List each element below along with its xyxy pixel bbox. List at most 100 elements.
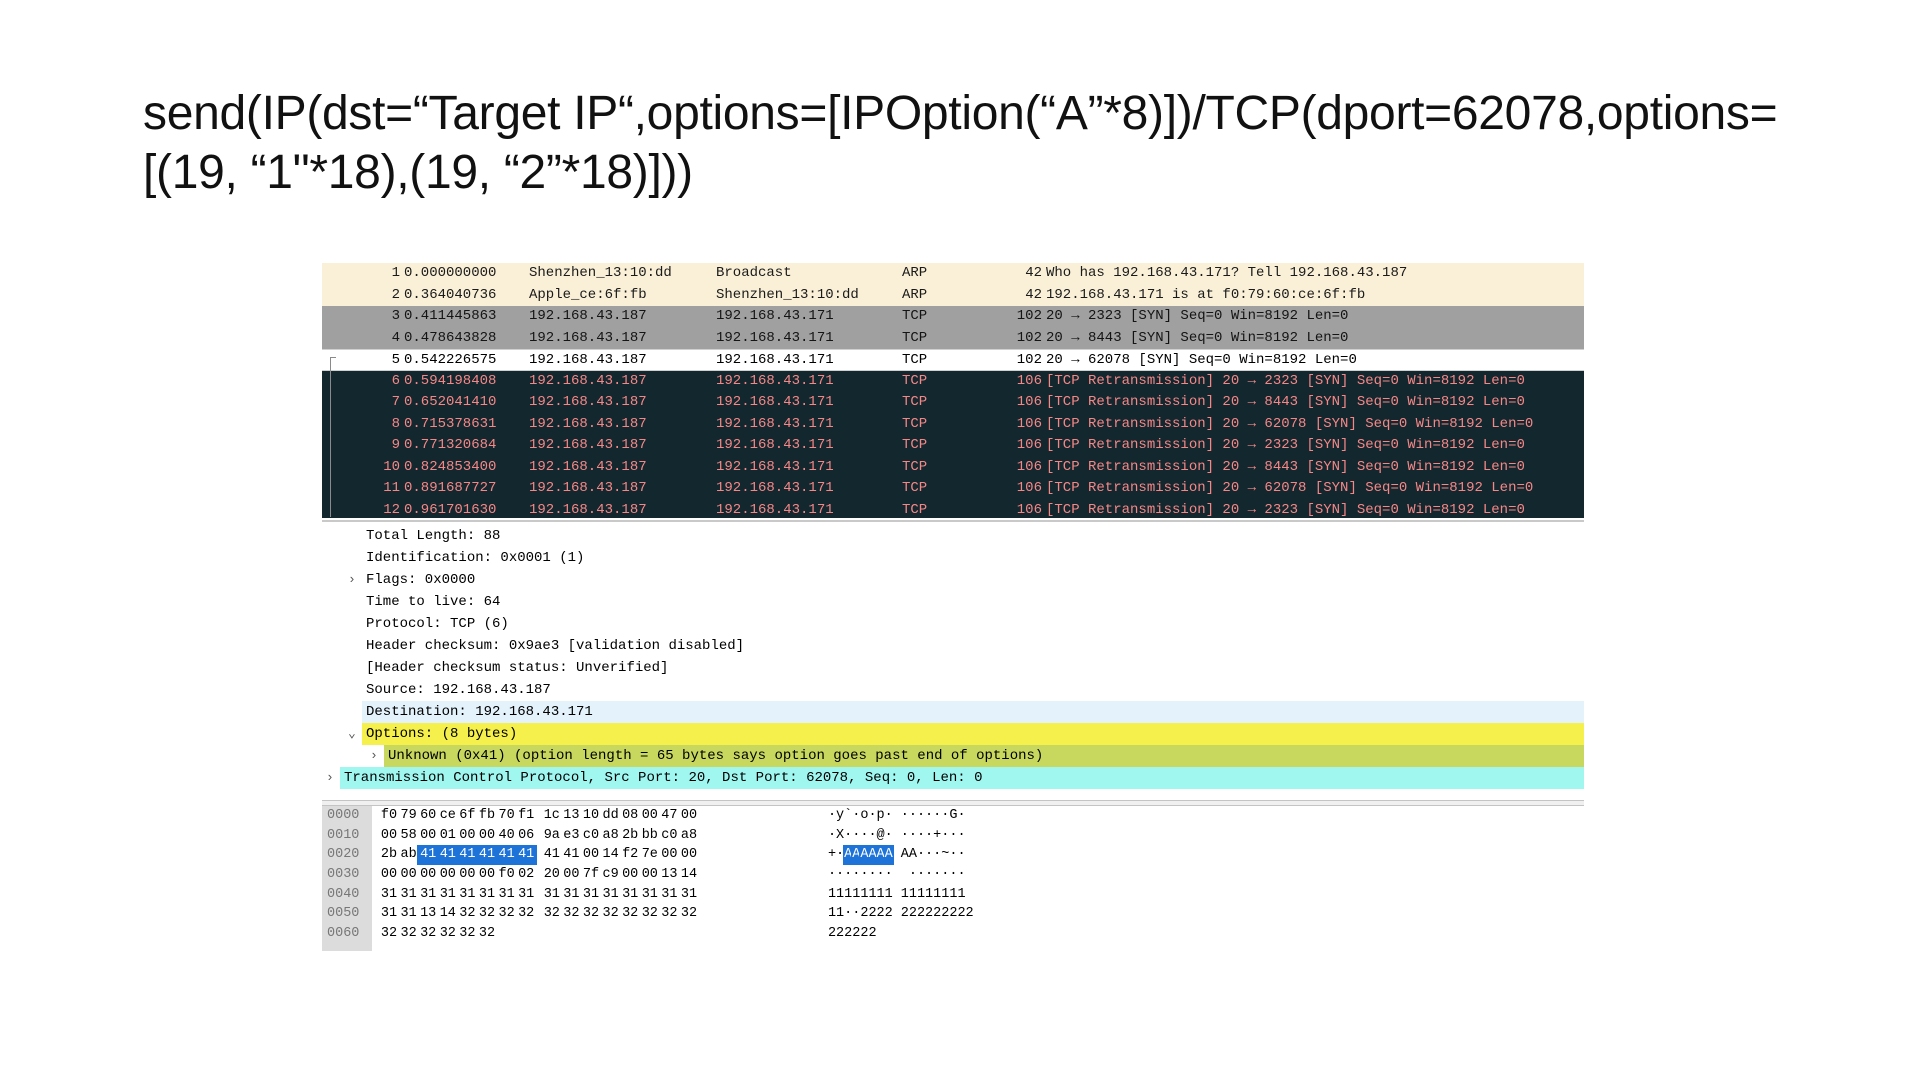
hex-byte[interactable]: a8 xyxy=(678,826,700,846)
detail-tree-item[interactable]: Total Length: 88 xyxy=(322,525,1584,547)
packet-proto-cell: TCP xyxy=(902,458,928,475)
packet-row[interactable]: 10 0.824853400 192.168.43.187 192.168.43.17… xyxy=(322,456,1584,478)
wireshark-panel: 1 0.000000000 Shenzhen_13:10:dd Broadcast AR… xyxy=(322,263,1584,951)
hex-offset: 0060 xyxy=(322,924,372,944)
detail-tree-label: Total Length: 88 xyxy=(366,528,501,544)
hex-byte[interactable]: 32 xyxy=(678,904,700,924)
packet-dst-cell: 192.168.43.171 xyxy=(716,501,834,518)
hex-offset: 0010 xyxy=(322,825,372,846)
hex-byte[interactable]: 06 xyxy=(515,826,537,846)
hex-row: 0040 31 31 31 31 31 31 31 31 31 31 31 31 31 31 31 31 1 1 1 1… xyxy=(322,884,1584,905)
packet-info-cell: [TCP Retransmission] 20 → 62078 [SYN] Se… xyxy=(1046,415,1534,432)
packet-time-cell: 0.594198408 xyxy=(404,372,497,389)
hex-ascii-char[interactable]: 2 xyxy=(868,924,878,944)
detail-tree-item[interactable]: Identification: 0x0001 (1) xyxy=(322,547,1584,569)
chevron-right-icon[interactable]: › xyxy=(370,745,378,767)
hex-byte[interactable]: 02 xyxy=(515,865,537,885)
hex-ascii-char[interactable]: 2 xyxy=(965,904,975,924)
hex-offset: 0040 xyxy=(322,884,372,905)
hex-byte[interactable]: 32 xyxy=(515,904,537,924)
packet-info-cell: [TCP Retransmission] 20 → 8443 [SYN] Seq… xyxy=(1046,394,1525,410)
hex-byte[interactable]: f1 xyxy=(515,806,537,826)
packet-time-cell: 0.000000000 xyxy=(404,265,497,281)
packet-len-cell: 106 xyxy=(1016,458,1042,475)
hex-ascii-char[interactable]: · xyxy=(884,826,894,846)
packet-info-cell: 20 → 62078 [SYN] Seq=0 Win=8192 Len=0 xyxy=(1046,352,1357,368)
packet-row[interactable]: 1 0.000000000 Shenzhen_13:10:dd Broadcast AR… xyxy=(322,263,1584,285)
packet-proto-cell: TCP xyxy=(902,480,928,496)
packet-len-cell: 106 xyxy=(1016,415,1042,432)
detail-tree-item[interactable]: Source: 192.168.43.187 xyxy=(322,679,1584,701)
packet-row[interactable]: 9 0.771320684 192.168.43.187 192.168.43.171… xyxy=(322,435,1584,457)
hex-byte[interactable]: 14 xyxy=(678,865,700,885)
chevron-right-icon[interactable]: › xyxy=(348,569,356,591)
packet-row[interactable]: 4 0.478643828 192.168.43.187 192.168.43.171… xyxy=(322,327,1584,349)
packet-no-cell: 4 xyxy=(391,329,400,346)
packet-no-cell: 11 xyxy=(383,480,400,496)
packet-row[interactable]: 2 0.364040736 Apple_ce:6f:fb Shenzhen_13:10… xyxy=(322,284,1584,306)
hex-byte[interactable]: 32 xyxy=(476,924,498,944)
hex-ascii-char[interactable]: · xyxy=(957,865,967,885)
hex-byte[interactable]: 31 xyxy=(678,885,700,905)
hex-offset: 0000 xyxy=(322,806,372,826)
packet-proto-cell: TCP xyxy=(902,329,928,346)
detail-tree-item[interactable]: Header checksum: 0x9ae3 [validation disa… xyxy=(322,635,1584,657)
packet-row[interactable]: 5 0.542226575 192.168.43.187 192.168.43.171… xyxy=(322,349,1584,371)
hex-ascii-char[interactable]: · xyxy=(957,806,967,826)
packet-info-cell: Who has 192.168.43.171? Tell 192.168.43.… xyxy=(1046,265,1408,281)
hex-byte[interactable]: 00 xyxy=(678,806,700,826)
packet-len-cell: 106 xyxy=(1016,480,1042,496)
conversation-bracket xyxy=(330,357,331,517)
detail-tree-item[interactable]: Time to live: 64 xyxy=(322,591,1584,613)
detail-tree-item[interactable]: › Flags: 0x0000 xyxy=(322,569,1584,591)
packet-info-cell: [TCP Retransmission] 20 → 2323 [SYN] Seq… xyxy=(1046,437,1525,453)
detail-tree-item[interactable]: › Unknown (0x41) (option length = 65 byte… xyxy=(322,745,1584,767)
packet-row[interactable]: 8 0.715378631 192.168.43.187 192.168.43.171… xyxy=(322,413,1584,435)
packet-no-cell: 6 xyxy=(391,372,400,389)
packet-row[interactable]: 3 0.411445863 192.168.43.187 192.168.43.171… xyxy=(322,306,1584,328)
packet-src-cell: 192.168.43.187 xyxy=(529,480,647,496)
packet-proto-cell: TCP xyxy=(902,415,928,432)
packet-row[interactable]: 11 0.891687727 192.168.43.187 192.168.43.17… xyxy=(322,478,1584,500)
chevron-down-icon[interactable]: ⌄ xyxy=(348,723,356,745)
detail-tree-label: Destination: 192.168.43.171 xyxy=(366,704,593,720)
packet-proto-cell: TCP xyxy=(902,372,928,389)
hex-ascii-char[interactable]: · xyxy=(957,826,967,846)
packet-dst-cell: 192.168.43.171 xyxy=(716,437,834,453)
detail-tree-item[interactable]: › Transmission Control Protocol, Src Port… xyxy=(322,767,1584,789)
hex-ascii-char[interactable]: 1 xyxy=(884,885,894,905)
hex-row: 0020 2b ab 41 41 41 41 41 41 41 41 00 14 f2 7e 00 00 + · A A… xyxy=(322,845,1584,866)
hex-ascii-char[interactable]: 1 xyxy=(957,885,967,905)
detail-tree-item[interactable]: Protocol: TCP (6) xyxy=(322,613,1584,635)
packet-info-cell: [TCP Retransmission] 20 → 2323 [SYN] Seq… xyxy=(1046,501,1525,518)
packet-list[interactable]: 1 0.000000000 Shenzhen_13:10:dd Broadcast AR… xyxy=(322,263,1584,518)
packet-len-cell: 102 xyxy=(1016,329,1042,346)
packet-src-cell: 192.168.43.187 xyxy=(529,352,647,368)
packet-details-tree[interactable]: Total Length: 88 Identification: 0x0001 (… xyxy=(322,525,1584,789)
packet-row[interactable]: 6 0.594198408 192.168.43.187 192.168.43.171… xyxy=(322,370,1584,392)
packet-no-cell: 8 xyxy=(391,415,400,432)
packet-src-cell: 192.168.43.187 xyxy=(529,329,647,346)
packet-proto-cell: TCP xyxy=(902,352,928,368)
hex-byte[interactable]: 31 xyxy=(515,885,537,905)
packet-proto-cell: TCP xyxy=(902,437,928,453)
packet-bytes-pane[interactable]: 0000 f0 79 60 ce 6f fb 70 f1 1c 13 10 dd 08 00 47 00 · y ` ·… xyxy=(322,806,1584,951)
packet-info-cell: 20 → 8443 [SYN] Seq=0 Win=8192 Len=0 xyxy=(1046,329,1349,346)
detail-tree-item[interactable]: Destination: 192.168.43.171 xyxy=(322,701,1584,723)
packet-row[interactable]: 7 0.652041410 192.168.43.187 192.168.43.171… xyxy=(322,392,1584,414)
hex-offset: 0030 xyxy=(322,865,372,885)
chevron-right-icon[interactable]: › xyxy=(326,767,334,789)
hex-ascii-char[interactable]: A xyxy=(883,845,894,866)
hex-byte[interactable]: 41 xyxy=(515,845,538,866)
hex-ascii-char[interactable]: 2 xyxy=(884,904,894,924)
hex-ascii-char[interactable]: · xyxy=(884,865,894,885)
detail-tree-item[interactable]: ⌄ Options: (8 bytes) xyxy=(322,723,1584,745)
detail-tree-item[interactable]: [Header checksum status: Unverified] xyxy=(322,657,1584,679)
detail-tree-label: Source: 192.168.43.187 xyxy=(366,682,551,698)
hex-byte[interactable]: 00 xyxy=(678,845,700,865)
packet-dst-cell: Broadcast xyxy=(716,265,792,281)
hex-ascii-char[interactable]: · xyxy=(884,806,894,826)
packet-row[interactable]: 12 0.961701630 192.168.43.187 192.168.43.17… xyxy=(322,499,1584,518)
hex-ascii-char[interactable]: · xyxy=(957,845,967,865)
pane-divider[interactable] xyxy=(322,520,1584,522)
